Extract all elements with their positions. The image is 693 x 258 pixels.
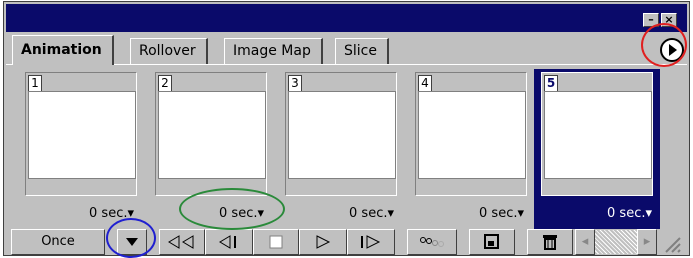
frame-number: 3 [288, 75, 302, 92]
tween-icon [420, 236, 444, 247]
animation-frame-5-selected[interactable]: 5 0 sec.▾ [534, 69, 660, 229]
title-bar[interactable]: – × [6, 4, 687, 32]
frame-delay-dropdown[interactable]: 0 sec.▾ [607, 206, 652, 221]
annotation-circle-red [641, 23, 687, 67]
loop-options-value[interactable]: Once [11, 229, 105, 255]
tab-image-map[interactable]: Image Map [224, 38, 323, 64]
resize-grip-icon[interactable] [661, 233, 681, 253]
scroll-right-button[interactable]: ▸ [637, 229, 657, 255]
next-frame-icon [361, 234, 381, 249]
tab-animation[interactable]: Animation [12, 35, 114, 65]
animation-frame-3[interactable]: 3 0 sec.▾ [282, 72, 400, 229]
first-frame-icon [168, 234, 194, 249]
tab-rollover[interactable]: Rollover [130, 38, 208, 64]
frame-thumbnail [544, 91, 652, 179]
tab-label: Rollover [139, 43, 196, 59]
frame-thumbnail [288, 91, 396, 179]
duplicate-frame-icon [484, 233, 499, 249]
first-frame-button[interactable] [159, 229, 205, 255]
annotation-circle-green [179, 188, 285, 230]
scroll-left-button[interactable]: ◂ [575, 229, 595, 255]
previous-frame-icon [219, 234, 236, 249]
trash-icon [543, 234, 557, 250]
frame-thumbnail-box: 5 [541, 72, 653, 196]
play-button[interactable] [299, 229, 347, 255]
frame-number: 1 [28, 75, 42, 92]
tab-slice[interactable]: Slice [335, 38, 389, 64]
stop-button[interactable] [253, 229, 299, 255]
frame-thumbnail-box: 2 [155, 72, 267, 196]
frame-number: 2 [158, 75, 172, 92]
previous-frame-button[interactable] [205, 229, 253, 255]
tab-label: Slice [344, 43, 377, 59]
play-icon [316, 234, 331, 249]
frame-thumbnail-box: 1 [25, 72, 137, 196]
frame-thumbnail-box: 4 [415, 72, 527, 196]
frame-thumbnail [28, 91, 136, 179]
minimize-icon: – [648, 13, 654, 26]
animation-frame-4[interactable]: 4 0 sec.▾ [412, 72, 530, 229]
frame-delay-dropdown[interactable]: 0 sec.▾ [349, 206, 394, 221]
tab-label: Image Map [233, 43, 311, 59]
frame-number: 5 [544, 75, 558, 92]
tween-button[interactable] [407, 229, 457, 255]
tab-row: Animation Rollover Image Map Slice [6, 32, 687, 65]
tab-label: Animation [21, 42, 102, 58]
horizontal-scrollbar-track[interactable] [595, 230, 637, 254]
frame-thumbnail-box: 3 [285, 72, 397, 196]
animation-palette-window: – × Animation Rollover Image Map Slice 1… [3, 1, 690, 256]
frame-delay-dropdown[interactable]: 0 sec.▾ [479, 206, 524, 221]
delete-frame-button[interactable] [527, 229, 573, 255]
next-frame-button[interactable] [347, 229, 395, 255]
frame-number: 4 [418, 75, 432, 92]
animation-frame-1[interactable]: 1 0 sec.▾ [22, 72, 140, 229]
stop-icon [269, 235, 283, 248]
annotation-circle-blue [106, 218, 156, 258]
frame-thumbnail [158, 91, 266, 179]
duplicate-frame-button[interactable] [469, 229, 515, 255]
frame-thumbnail [418, 91, 526, 179]
